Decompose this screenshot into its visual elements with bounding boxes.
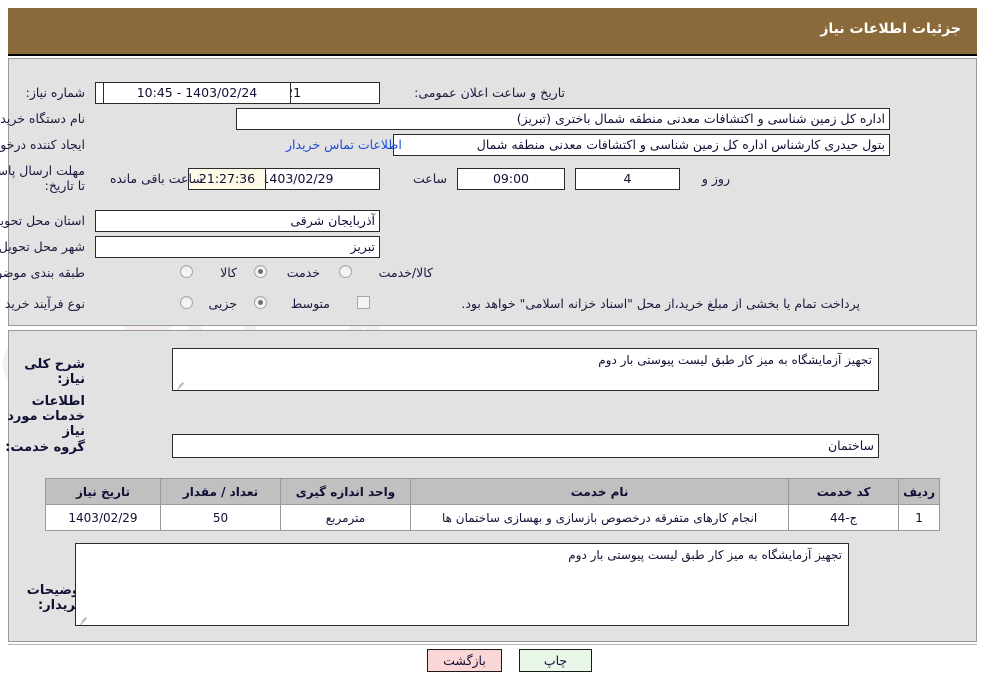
announce-value: 10:45 - 1403/02/24 [103,82,291,104]
deadline-label: مهلت ارسال پاسخ: تا تاریخ: [0,163,85,193]
th-code: کد خدمت [788,478,900,505]
td-unit: مترمربع [280,504,411,531]
announce-label: تاریخ و ساعت اعلان عمومی: [414,85,565,100]
radio-label-kala: کالا [220,265,237,280]
page-root: AnaTender.net جزئیات اطلاعات نیاز شماره … [0,0,985,691]
radio-category-kala-khedmat[interactable] [339,265,352,278]
services-heading: اطلاعات خدمات مورد نیاز [7,394,85,439]
td-code: ج-44 [788,504,900,531]
radio-category-kala[interactable] [180,265,193,278]
th-qty: تعداد / مقدار [160,478,281,505]
remaining-label: ساعت باقی مانده [110,171,203,186]
table-header-row: ردیف کد خدمت نام خدمت واحد اندازه گیری ت… [45,478,940,505]
remaining-days-value: 4 [575,168,680,190]
radio-category-khedmat[interactable] [254,265,267,278]
th-unit: واحد اندازه گیری [280,478,411,505]
deadline-hour-label: ساعت [412,171,447,186]
treasury-note: پرداخت تمام یا بخشی از مبلغ خرید،از محل … [461,296,860,311]
th-row: ردیف [898,478,940,505]
service-group-value: ساختمان [172,434,879,458]
buyer-org-label: نام دستگاه خریدار: [0,111,85,126]
resize-grip-icon-2[interactable] [78,613,89,624]
td-name: انجام کارهای متفرقه درخصوص بازسازی و بهس… [409,504,790,531]
buyer-notes-label: توضیحات خریدار: [26,583,85,613]
province-label: استان محل تحویل: [0,213,85,228]
creator-value: بتول حیدری کارشناس اداره کل زمین شناسی و… [393,134,890,156]
td-row: 1 [898,504,940,531]
radio-label-motavaset: متوسط [290,296,330,311]
province-value: آذربایجان شرقی [95,210,380,232]
city-value: تبریز [95,236,380,258]
buyer-contact-link[interactable]: اطلاعات تماس خریدار [286,137,402,152]
need-number-label: شماره نیاز: [25,85,85,100]
city-label: شهر محل تحویل: [0,239,85,254]
radio-label-kala-khedmat: کالا/خدمت [378,265,433,280]
th-date: تاریخ نیاز [45,478,161,505]
summary-text: تجهیز آزمایشگاه به میز کار طبق لیست پیوس… [598,353,872,367]
buyer-notes-text: تجهیز آزمایشگاه به میز کار طبق لیست پیوس… [568,548,842,562]
radio-process-jozi[interactable] [180,296,193,309]
resize-grip-icon[interactable] [175,378,186,389]
page-title: جزئیات اطلاعات نیاز [820,21,961,37]
footer-divider [8,644,977,645]
treasury-checkbox[interactable] [357,296,370,309]
service-group-label: گروه خدمت: [5,440,85,455]
radio-process-motavaset[interactable] [254,296,267,309]
creator-label: ایجاد کننده درخواست: [0,137,85,152]
th-name: نام خدمت [409,478,790,505]
buyer-notes-textarea[interactable]: تجهیز آزمایشگاه به میز کار طبق لیست پیوس… [75,543,849,626]
services-table: ردیف کد خدمت نام خدمت واحد اندازه گیری ت… [45,478,940,531]
print-button[interactable]: چاپ [519,649,592,672]
summary-label: شرح کلی نیاز: [24,357,85,387]
table-row: 1 ج-44 انجام کارهای متفرقه درخصوص بازساز… [45,504,940,531]
category-label: طبقه بندی موضوعی: [0,265,85,280]
days-label: روز و [701,171,730,186]
buyer-org-value: اداره کل زمین شناسی و اکتشافات معدنی منط… [236,108,890,130]
back-button[interactable]: بازگشت [427,649,502,672]
process-label: نوع فرآیند خرید : [0,296,85,311]
header-bar: جزئیات اطلاعات نیاز [8,8,977,56]
radio-label-khedmat: خدمت [286,265,320,280]
deadline-time-value: 09:00 [457,168,565,190]
summary-textarea[interactable]: تجهیز آزمایشگاه به میز کار طبق لیست پیوس… [172,348,879,391]
td-qty: 50 [160,504,281,531]
td-date: 1403/02/29 [45,504,161,531]
services-table-wrapper: ردیف کد خدمت نام خدمت واحد اندازه گیری ت… [45,478,940,531]
radio-label-jozi: جزیی [208,296,237,311]
